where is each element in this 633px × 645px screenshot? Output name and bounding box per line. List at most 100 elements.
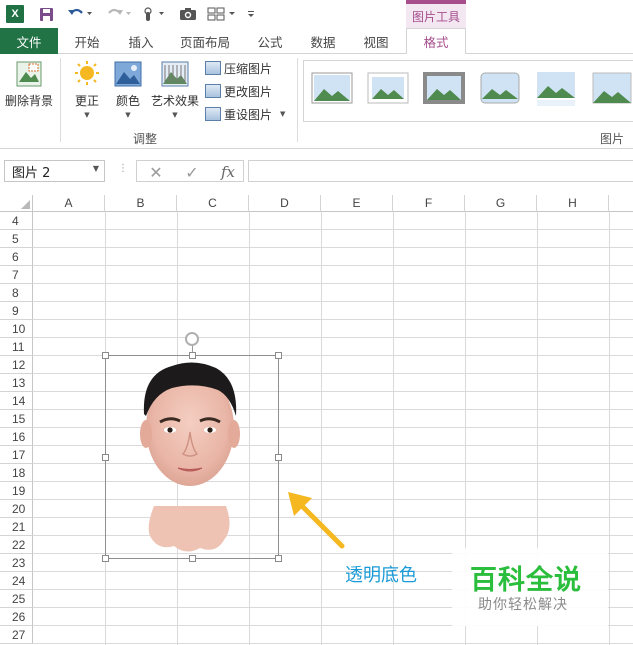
row-header[interactable]: 4 <box>0 212 33 230</box>
row-header[interactable]: 7 <box>0 266 33 284</box>
customize-qat-icon[interactable] <box>245 5 257 23</box>
row-header[interactable]: 20 <box>0 500 33 518</box>
row-header[interactable]: 8 <box>0 284 33 302</box>
resize-handle[interactable] <box>275 555 282 562</box>
resize-handle[interactable] <box>275 352 282 359</box>
compress-pictures-button[interactable]: 压缩图片 <box>205 59 272 77</box>
layout-icon[interactable] <box>207 5 237 23</box>
row-header[interactable]: 24 <box>0 572 33 590</box>
picture-style-thumb[interactable] <box>534 69 578 109</box>
column-header[interactable]: A <box>33 195 105 212</box>
tab-file[interactable]: 文件 <box>0 28 58 54</box>
column-header[interactable]: C <box>177 195 249 212</box>
row-header[interactable]: 9 <box>0 302 33 320</box>
formula-buttons: ✕ ✓ fx <box>136 160 244 182</box>
column-header[interactable]: H <box>537 195 609 212</box>
undo-icon[interactable] <box>66 5 94 23</box>
change-picture-button[interactable]: 更改图片 <box>205 82 272 100</box>
formula-bar-grip-icon[interactable]: ⋮ <box>118 163 128 174</box>
formula-input[interactable] <box>248 160 633 182</box>
select-all-corner[interactable] <box>0 195 33 212</box>
change-picture-label: 更改图片 <box>224 84 273 99</box>
redo-icon[interactable] <box>105 5 133 23</box>
tab-format[interactable]: 格式 <box>406 28 466 55</box>
tab-home[interactable]: 开始 <box>62 28 112 54</box>
corrections-button[interactable]: 更正 ▼ <box>66 60 108 119</box>
row-header[interactable]: 23 <box>0 554 33 572</box>
row-header[interactable]: 26 <box>0 608 33 626</box>
row-header[interactable]: 18 <box>0 464 33 482</box>
enter-icon[interactable]: ✓ <box>177 161 207 183</box>
picture-style-thumb[interactable] <box>422 69 466 109</box>
row-header[interactable]: 14 <box>0 392 33 410</box>
row-header[interactable]: 10 <box>0 320 33 338</box>
chevron-down-icon: ▼ <box>172 111 178 119</box>
row-header[interactable]: 27 <box>0 626 33 644</box>
row-header[interactable]: 15 <box>0 410 33 428</box>
row-header[interactable]: 16 <box>0 428 33 446</box>
compress-icon <box>205 61 221 75</box>
resize-handle[interactable] <box>275 454 282 461</box>
column-header[interactable]: D <box>249 195 321 212</box>
rotate-handle-icon[interactable] <box>185 332 199 346</box>
picture-style-thumb[interactable] <box>310 69 354 109</box>
row-header[interactable]: 22 <box>0 536 33 554</box>
artistic-effects-label: 艺术效果 <box>150 94 199 108</box>
watermark-title: 百科全说 <box>470 565 582 596</box>
camera-icon[interactable] <box>178 5 198 23</box>
name-box[interactable]: 图片 2 ▼ <box>4 160 105 182</box>
resize-handle[interactable] <box>102 454 109 461</box>
picture-style-thumb[interactable] <box>590 69 633 109</box>
color-button[interactable]: 颜色 ▼ <box>110 60 146 119</box>
tab-formulas[interactable]: 公式 <box>246 28 294 54</box>
gridline <box>33 301 633 302</box>
column-header[interactable]: F <box>393 195 465 212</box>
tab-page-layout[interactable]: 页面布局 <box>170 28 240 54</box>
column-header[interactable]: G <box>465 195 537 212</box>
row-header[interactable]: 5 <box>0 230 33 248</box>
insert-function-icon[interactable]: fx <box>213 161 243 183</box>
row-header[interactable]: 13 <box>0 374 33 392</box>
resize-handle[interactable] <box>189 352 196 359</box>
gridline <box>33 337 633 338</box>
row-header[interactable]: 25 <box>0 590 33 608</box>
gridline <box>33 319 633 320</box>
annotation-text: 透明底色 <box>345 565 417 586</box>
picture-style-thumb[interactable] <box>366 69 410 109</box>
tab-data[interactable]: 数据 <box>298 28 348 54</box>
artistic-effects-button[interactable]: 艺术效果 ▼ <box>148 60 202 119</box>
remove-background-label: 删除背景 <box>4 94 53 108</box>
resize-handle[interactable] <box>102 352 109 359</box>
chevron-down-icon: ▼ <box>84 111 90 119</box>
row-header[interactable]: 21 <box>0 518 33 536</box>
gridline <box>609 212 610 645</box>
selected-picture[interactable] <box>102 352 282 562</box>
cancel-icon[interactable]: ✕ <box>141 161 171 183</box>
chevron-down-icon: ▼ <box>280 110 286 118</box>
row-header[interactable]: 11 <box>0 338 33 356</box>
watermark: 百科全说 助你轻松解决 <box>452 548 608 626</box>
row-header[interactable]: 19 <box>0 482 33 500</box>
chevron-down-icon[interactable]: ▼ <box>93 164 99 173</box>
picture-style-thumb[interactable] <box>478 69 522 109</box>
quick-access-toolbar: X 图片工具 <box>0 0 633 28</box>
color-label: 颜色 <box>115 94 140 108</box>
row-header[interactable]: 6 <box>0 248 33 266</box>
row-header[interactable]: 12 <box>0 356 33 374</box>
name-box-value: 图片 2 <box>12 165 51 181</box>
adjust-group-label: 调整 <box>133 132 158 146</box>
column-header[interactable]: B <box>105 195 177 212</box>
tab-insert[interactable]: 插入 <box>116 28 166 54</box>
annotation-arrow-icon <box>288 492 345 549</box>
remove-background-button[interactable]: 删除背景 <box>3 60 55 109</box>
column-header[interactable] <box>609 195 633 212</box>
resize-handle[interactable] <box>189 555 196 562</box>
row-header[interactable]: 17 <box>0 446 33 464</box>
save-icon[interactable] <box>37 5 55 23</box>
color-icon <box>114 61 142 87</box>
resize-handle[interactable] <box>102 555 109 562</box>
tab-view[interactable]: 视图 <box>352 28 400 54</box>
column-header[interactable]: E <box>321 195 393 212</box>
reset-picture-button[interactable]: 重设图片 ▼ <box>205 105 285 123</box>
touch-mode-icon[interactable] <box>140 5 168 23</box>
